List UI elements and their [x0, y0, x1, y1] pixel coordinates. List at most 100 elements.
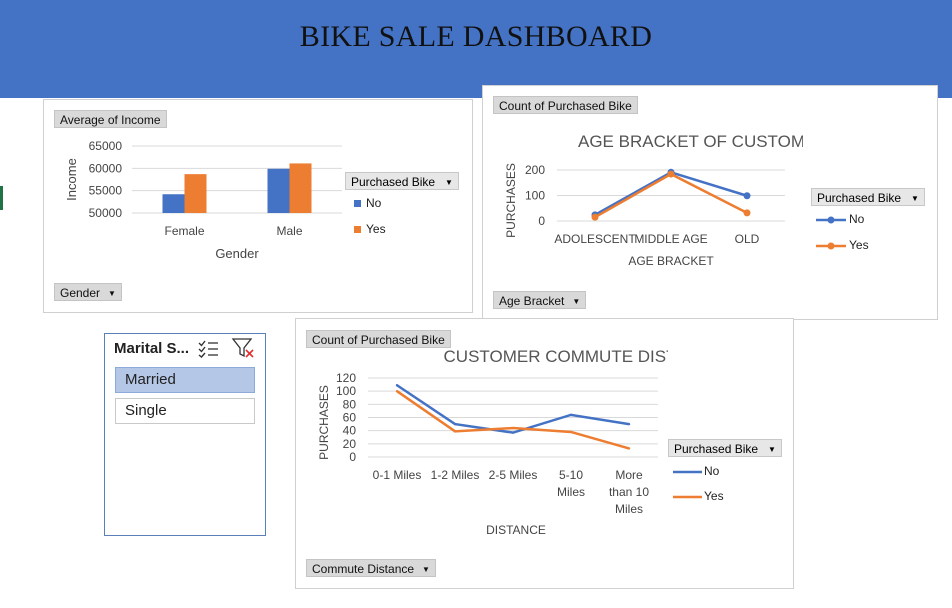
slicer-item-label: Single: [125, 402, 167, 419]
commute-legend-no: No: [672, 464, 719, 478]
x-tick-label: Miles: [557, 485, 585, 499]
point-yes-2: [453, 430, 457, 433]
point-yes-middle-age: [667, 170, 675, 178]
commute-legend-title: Purchased Bike: [674, 442, 759, 456]
dropdown-arrow-icon: ▼: [768, 445, 776, 454]
income-legend-yes: Yes: [354, 222, 386, 236]
commute-legend-yes: Yes: [672, 489, 724, 503]
multi-select-icon[interactable]: [197, 338, 219, 363]
point-no-3: [511, 431, 515, 434]
income-value-field-label: Average of Income: [60, 113, 161, 127]
x-tick-label: 2-5 Miles: [489, 468, 538, 482]
y-tick-label: 60000: [89, 161, 123, 175]
x-tick-label: MIDDLE AGE: [634, 232, 707, 246]
point-yes-adolescent: [591, 213, 599, 221]
y-tick-label: 100: [336, 384, 356, 398]
age-line-chart: AGE BRACKET OF CUSTOMERS 200 100 0 ADOLESCEN…: [504, 132, 803, 268]
commute-distance-axis-field-button[interactable]: Commute Distance ▼: [306, 559, 436, 577]
x-tick-label: ADOLESCENT: [554, 232, 636, 246]
x-axis-title: AGE BRACKET: [628, 254, 714, 268]
age-value-field-button[interactable]: Count of Purchased Bike: [493, 96, 638, 114]
dashboard-banner: BIKE SALE DASHBOARD: [0, 0, 952, 98]
x-tick-label: More: [615, 468, 643, 482]
y-tick-label: 50000: [89, 206, 123, 220]
age-bracket-axis-field-button[interactable]: Age Bracket ▼: [493, 291, 587, 309]
x-tick-label: Female: [164, 224, 204, 238]
dashboard-title: BIKE SALE DASHBOARD: [299, 20, 653, 53]
x-tick-label: OLD: [735, 232, 760, 246]
dropdown-arrow-icon: ▼: [572, 297, 581, 306]
x-tick-label: Male: [276, 224, 302, 238]
slicer-item-label: Married: [125, 371, 176, 388]
series-line-no: [594, 170, 748, 216]
y-tick-label: 200: [525, 163, 545, 177]
dropdown-arrow-icon: ▼: [108, 289, 116, 298]
point-no-5: [627, 422, 631, 426]
marital-status-slicer[interactable]: Marital S... Married Single: [104, 333, 266, 536]
gender-axis-field-button[interactable]: Gender ▼: [54, 283, 122, 301]
legend-swatch-yes: [354, 226, 361, 233]
chart-title: AGE BRACKET OF CUSTOMERS: [578, 132, 803, 151]
slicer-title: Marital S...: [114, 340, 190, 357]
income-bar-chart: 65000 60000 55000 50000 Female Male Gender Inco…: [64, 139, 342, 261]
slicer-item-single[interactable]: Single: [115, 398, 255, 424]
legend-line-marker-no: [816, 216, 846, 224]
dropdown-arrow-icon: ▼: [422, 565, 430, 574]
bar-yes-male: [289, 163, 312, 213]
clear-filter-icon[interactable]: [231, 337, 257, 364]
point-yes-1: [395, 389, 399, 393]
y-tick-label: 20: [343, 437, 357, 451]
commute-legend-yes-label: Yes: [704, 489, 724, 503]
y-tick-label: 55000: [89, 184, 123, 198]
x-tick-label: 5-10: [559, 468, 583, 482]
x-axis-title: Gender: [215, 246, 259, 261]
dropdown-arrow-icon: ▼: [445, 178, 453, 187]
point-yes-4: [569, 430, 573, 434]
y-axis-title: PURCHASES: [317, 385, 331, 460]
income-legend-yes-label: Yes: [366, 222, 386, 236]
dropdown-arrow-icon: ▼: [911, 194, 919, 203]
legend-line-yes: [673, 495, 702, 499]
age-chart-panel[interactable]: Count of Purchased Bike AGE BRACKET OF C…: [482, 85, 938, 320]
commute-legend-filter-button[interactable]: Purchased Bike ▼: [668, 439, 782, 457]
gender-axis-field-label: Gender: [60, 286, 101, 300]
y-axis-title: PURCHASES: [504, 163, 518, 238]
commute-legend-no-label: No: [704, 464, 720, 478]
bar-yes-female: [184, 174, 207, 213]
y-tick-label: 0: [349, 450, 356, 464]
point-no-4: [569, 413, 573, 417]
y-tick-label: 65000: [89, 139, 123, 153]
commute-distance-axis-field-label: Commute Distance: [312, 562, 415, 576]
y-axis-title: Income: [64, 158, 79, 201]
legend-line-no: [673, 470, 702, 474]
income-legend-filter-button[interactable]: Purchased Bike ▼: [345, 172, 459, 190]
point-yes-old: [743, 209, 751, 217]
y-tick-label: 60: [343, 411, 357, 425]
income-chart-panel[interactable]: Average of Income 65000 60000 55000 50000 Fe…: [43, 99, 473, 313]
x-axis-title: DISTANCE: [486, 523, 546, 537]
x-tick-label: Miles: [615, 502, 643, 516]
income-value-field-button[interactable]: Average of Income: [54, 110, 167, 128]
point-no-2: [453, 422, 457, 426]
age-legend-yes: Yes: [815, 238, 869, 252]
y-tick-label: 120: [336, 371, 356, 385]
age-legend-no-label: No: [849, 212, 865, 226]
income-legend-no: No: [354, 196, 381, 210]
age-value-field-label: Count of Purchased Bike: [499, 99, 632, 113]
commute-line-chart: CUSTOMER COMMUTE DISTANCE120100806040200…: [317, 347, 668, 537]
bar-no-female: [162, 194, 185, 213]
y-tick-label: 80: [343, 397, 357, 411]
x-tick-label: 0-1 Miles: [373, 468, 422, 482]
point-no-old: [743, 192, 751, 200]
chart-title: CUSTOMER COMMUTE DISTANCE: [444, 347, 668, 366]
y-tick-label: 100: [525, 189, 545, 203]
slicer-item-married[interactable]: Married: [115, 367, 255, 393]
age-legend-no: No: [815, 212, 864, 226]
commute-chart-panel[interactable]: Count of Purchased Bike CUSTOMER COMMUTE…: [295, 318, 794, 589]
legend-line-marker-yes: [816, 242, 846, 250]
cell-cursor-mark: [0, 186, 3, 210]
point-yes-5: [627, 447, 631, 450]
income-legend-no-label: No: [366, 196, 382, 210]
age-legend-yes-label: Yes: [849, 238, 869, 252]
age-legend-filter-button[interactable]: Purchased Bike ▼: [811, 188, 925, 206]
